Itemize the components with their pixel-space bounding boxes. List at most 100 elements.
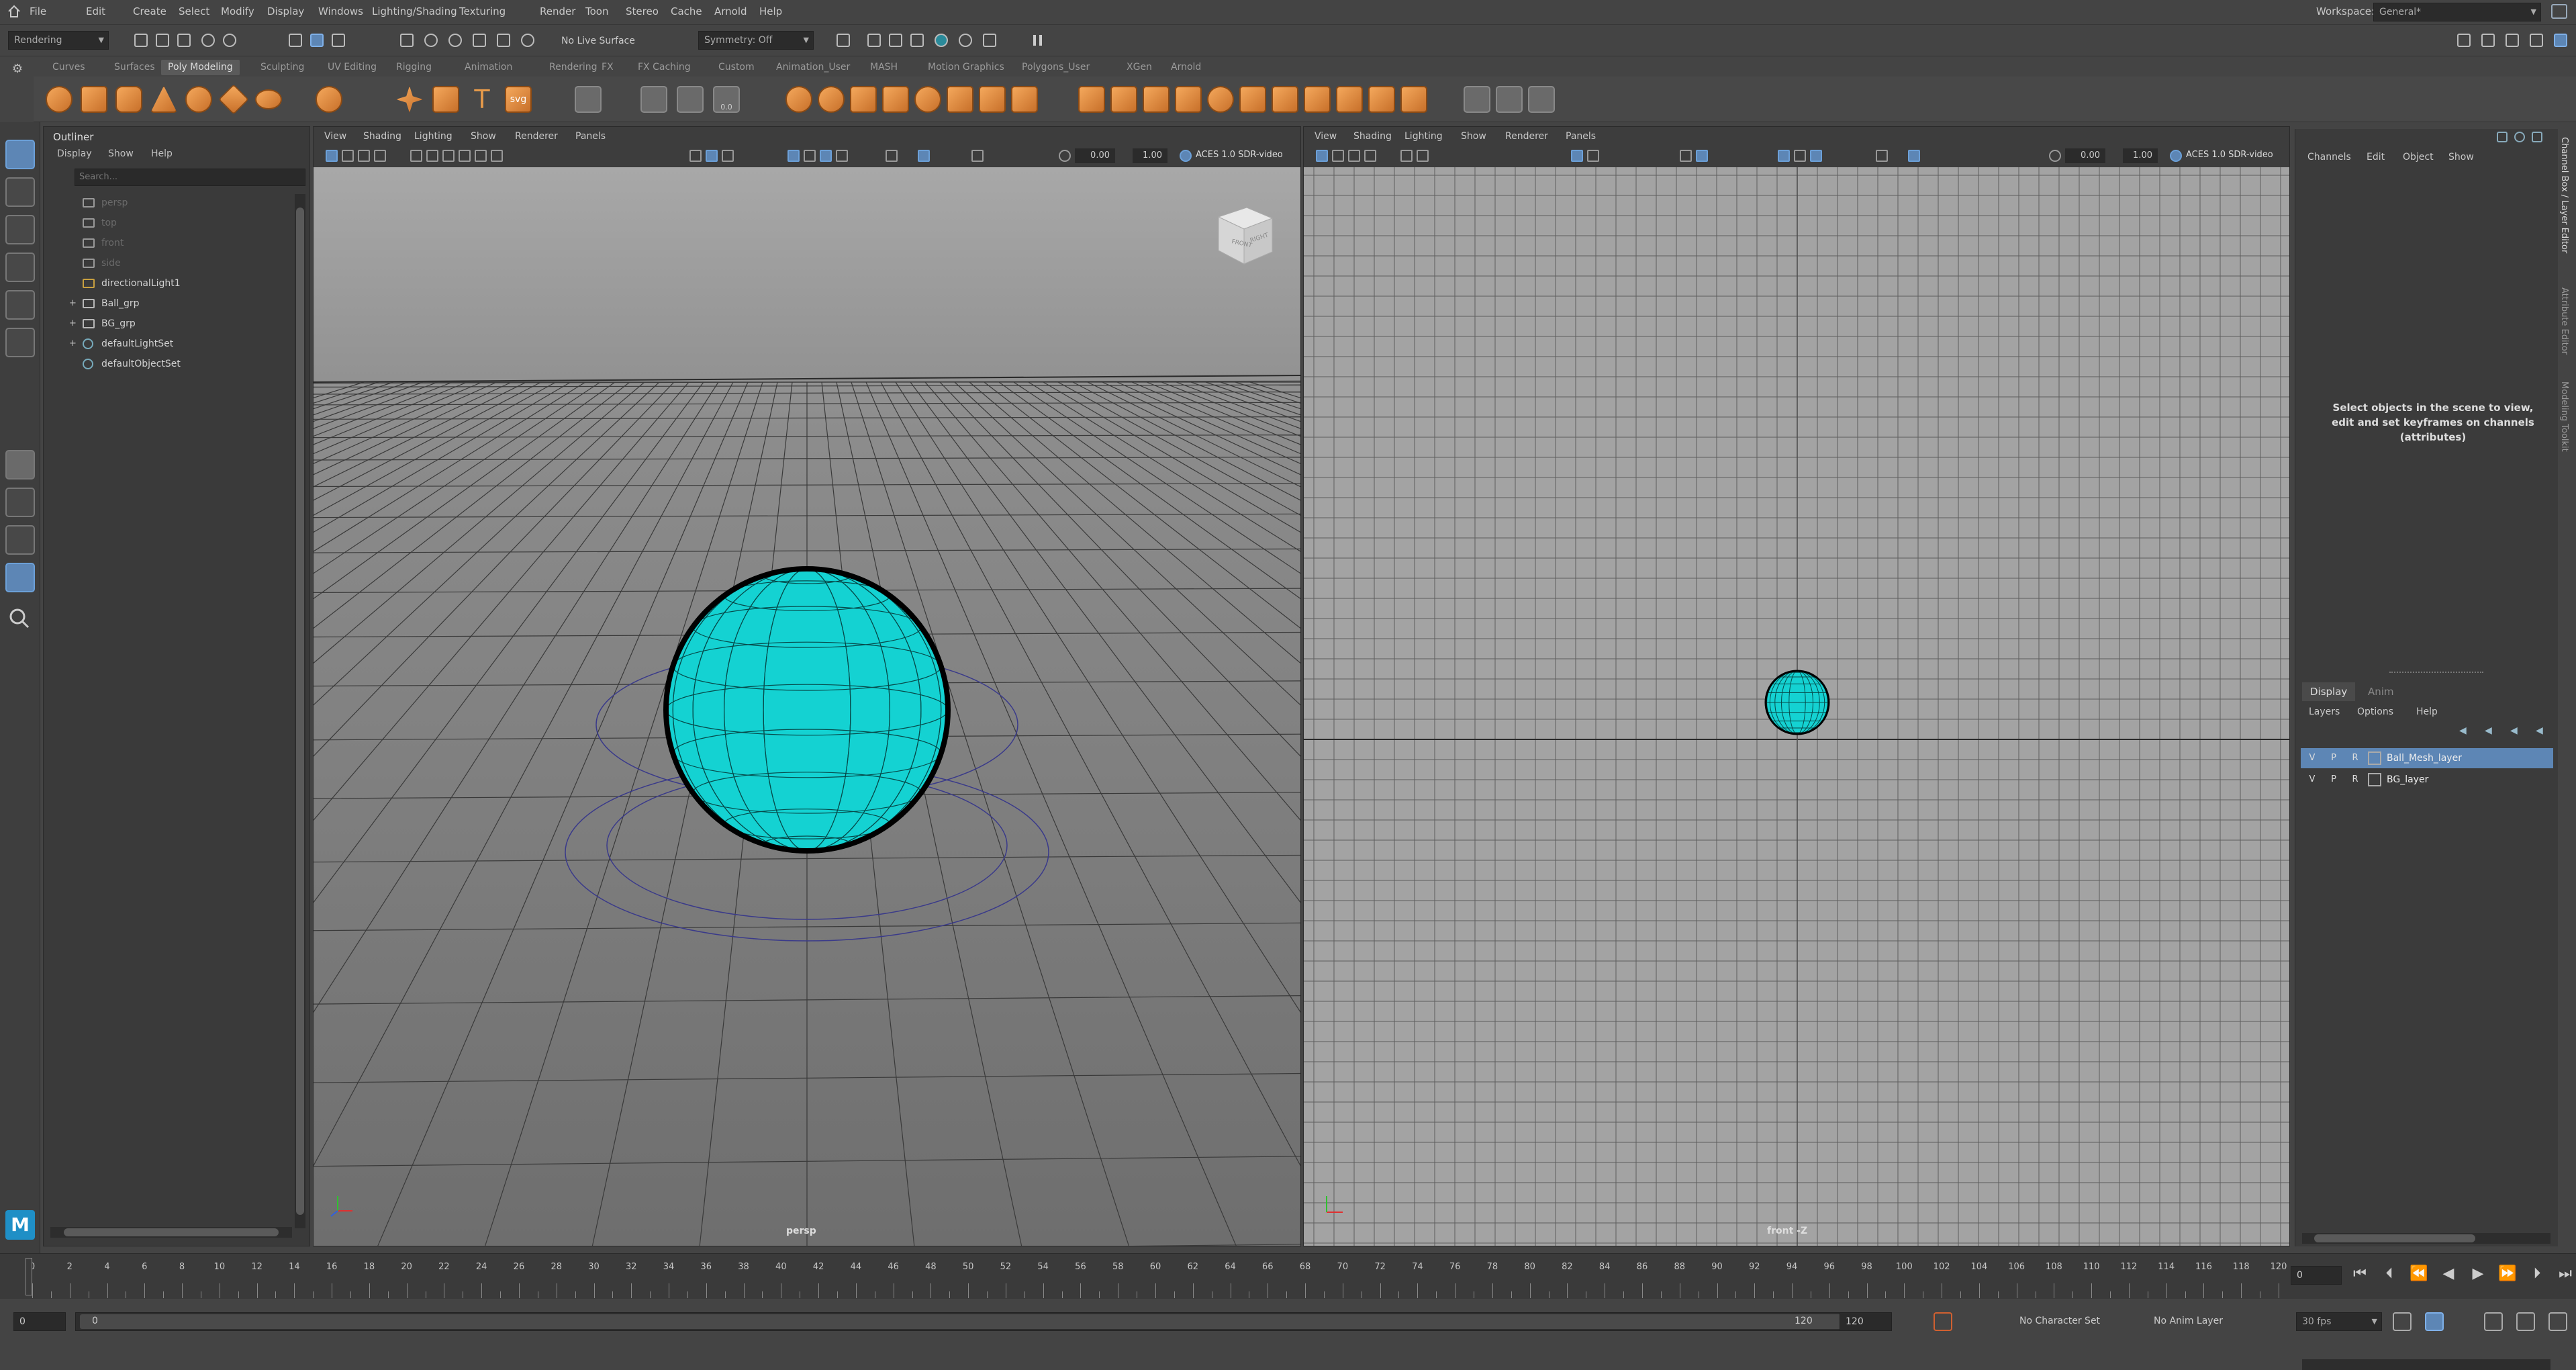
grid-toggle-icon[interactable] [1400,150,1413,162]
snap-point-icon[interactable] [448,34,462,47]
viewport-menu-view[interactable]: View [1315,131,1337,142]
wireframe-on-shaded-icon[interactable] [788,150,800,162]
smooth-shade-icon[interactable] [1696,150,1708,162]
undo-icon[interactable] [201,34,215,47]
help-menu[interactable]: Help [2416,706,2438,717]
use-all-lights-icon[interactable] [1810,150,1822,162]
wireframe-on-shaded-icon[interactable] [1778,150,1790,162]
collapse-icon[interactable] [1239,86,1266,113]
shelf-tab-rigging[interactable]: Rigging [389,60,438,75]
time-slider[interactable]: 0 2 4 6 8 10 12 14 16 18 20 22 24 26 28 30 32 34 36 38 40 42 4… [0,1253,2576,1299]
go-to-end-icon[interactable]: ⏭ [2555,1264,2575,1284]
outliner-item[interactable]: side [44,253,299,273]
bookmarks-icon[interactable] [1348,150,1360,162]
smooth-proxy-icon[interactable] [1011,86,1038,113]
shelf-tab-fx-caching[interactable]: FX Caching [631,60,698,75]
viewport-menu-renderer[interactable]: Renderer [1505,131,1548,142]
viewport-menu-lighting[interactable]: Lighting [414,131,452,142]
cache-playback-icon[interactable] [2425,1312,2444,1331]
colorspace-label[interactable]: ACES 1.0 SDR-video [1196,150,1283,160]
field-chart-icon[interactable] [475,150,487,162]
exposure-icon[interactable] [1059,150,1071,162]
bevel-icon[interactable] [1143,86,1170,113]
lock-camera-icon[interactable] [1332,150,1344,162]
shadows-icon[interactable] [836,150,848,162]
shelf-options-icon[interactable]: ⚙ [9,62,26,78]
snap-curve-icon[interactable] [424,34,438,47]
outliner-item[interactable]: directionalLight1 [44,273,299,293]
shelf-tab-motion-graphics[interactable]: Motion Graphics [921,60,1011,75]
history-icon[interactable] [837,34,850,47]
shelf-tab-sculpting[interactable]: Sculpting [254,60,311,75]
side-tab-attribute-editor[interactable]: Attribute Editor [2559,287,2569,355]
animation-start-field[interactable]: 0 [13,1312,66,1331]
xray-icon[interactable] [886,150,898,162]
grid-toggle-icon[interactable] [410,150,422,162]
anim-layer-field[interactable]: No Anim Layer [2148,1312,2256,1331]
resolution-gate-icon[interactable] [442,150,455,162]
safe-action-icon[interactable] [491,150,503,162]
circularize-icon[interactable] [1336,86,1363,113]
quadrangulate-icon[interactable] [979,86,1006,113]
speed-icon[interactable] [2514,132,2525,142]
manipulator-icon[interactable] [2497,132,2508,142]
film-gate-icon[interactable] [426,150,438,162]
viewport-menu-renderer[interactable]: Renderer [515,131,558,142]
menu-arnold[interactable]: Arnold [714,5,747,17]
home-icon[interactable] [7,4,21,19]
anim-prefs-icon[interactable] [2516,1312,2535,1331]
merge-icon[interactable] [1207,86,1234,113]
new-layer-from-selected-icon[interactable]: ◀ [2536,725,2550,739]
sound-icon[interactable] [2484,1312,2503,1331]
arnold-render-view-icon[interactable] [983,34,996,47]
tab-display[interactable]: Display [2302,682,2356,701]
fps-select[interactable]: 30 fps ▼ [2296,1312,2382,1331]
poly-cone-icon[interactable] [150,86,177,113]
hyperbolic-icon[interactable] [2532,132,2542,142]
pause-render-icon[interactable] [1031,34,1045,47]
move-layer-up-icon[interactable]: ◀ [2459,725,2474,739]
poly-cylinder-icon[interactable] [115,86,142,113]
play-backwards-icon[interactable]: ◀ [2438,1264,2459,1284]
xray-icon[interactable] [1876,150,1888,162]
save-scene-icon[interactable] [177,34,191,47]
viewport-menu-shading[interactable]: Shading [363,131,401,142]
chamfer-icon[interactable] [1368,86,1395,113]
maya-logo-icon[interactable]: M [5,1210,35,1240]
poly-sphere-icon[interactable] [46,86,73,113]
menu-texturing[interactable]: Texturing [459,5,506,17]
outliner-item[interactable]: defaultObjectSet [44,354,299,374]
shelf-tab-curves[interactable]: Curves [46,60,92,75]
menu-windows[interactable]: Windows [318,5,363,17]
select-camera-icon[interactable] [326,150,338,162]
ball-mesh[interactable] [663,566,951,854]
current-frame-field[interactable]: 0 [2291,1266,2342,1285]
isolate-select-icon[interactable] [1908,150,1920,162]
playback-options-icon[interactable] [2548,1312,2567,1331]
four-view-layout-icon[interactable] [5,488,35,517]
use-all-lights-icon[interactable] [820,150,832,162]
shelf-tab-polygons-user[interactable]: Polygons_User [1015,60,1096,75]
side-tab-modeling-toolkit[interactable]: Modeling Toolkit [2559,381,2569,452]
workspace-select[interactable]: General* ▼ [2373,3,2541,21]
go-to-start-icon[interactable]: ⏮ [2350,1264,2370,1284]
menuset-select[interactable]: Rendering ▼ [8,31,109,50]
layer-p-toggle[interactable]: P [2325,771,2342,788]
shelf-tab-uv-editing[interactable]: UV Editing [321,60,383,75]
move-layer-down-icon[interactable]: ◀ [2485,725,2499,739]
two-panes-side-layout-icon[interactable] [5,525,35,555]
layer-editor-hscrollbar[interactable] [2302,1359,2550,1370]
ipr-render-icon[interactable] [889,34,902,47]
render-settings-icon[interactable] [910,34,924,47]
hypershade-icon[interactable] [935,34,948,47]
scrollbar-thumb[interactable] [64,1228,279,1236]
redo-icon[interactable] [223,34,236,47]
layer-color-swatch[interactable] [2368,773,2381,786]
extract-icon[interactable] [677,86,704,113]
expand-icon[interactable]: + [69,293,77,314]
extrude-icon[interactable] [1110,86,1137,113]
menu-select[interactable]: Select [179,5,209,17]
wireframe-icon[interactable] [689,150,702,162]
wedge-icon[interactable] [1304,86,1331,113]
viewport-menu-shading[interactable]: Shading [1353,131,1392,142]
